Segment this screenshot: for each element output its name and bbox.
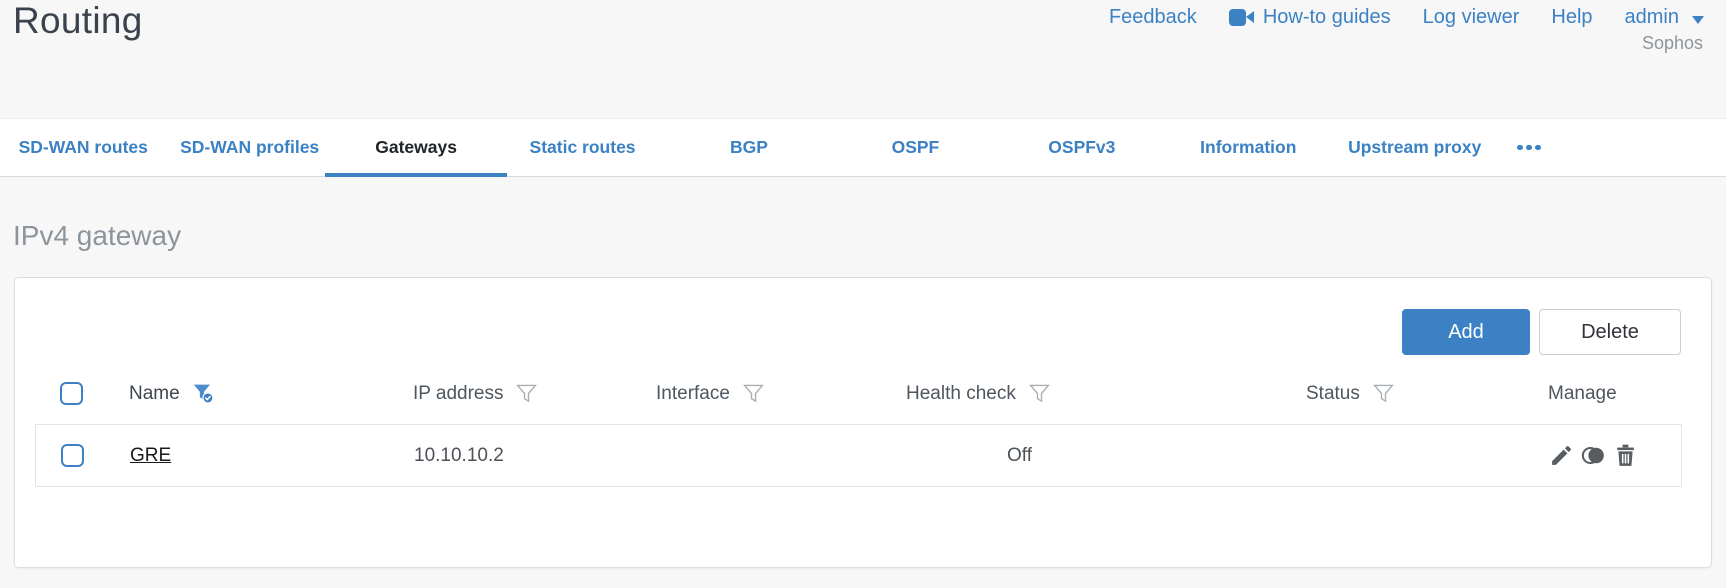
log-viewer-link[interactable]: Log viewer [1423,6,1520,29]
column-header-interface: Interface [656,382,730,404]
clone-icon[interactable] [1581,443,1606,468]
section-title: IPv4 gateway [13,220,182,251]
tab-gateways[interactable]: Gateways [333,119,499,176]
user-menu[interactable]: admin [1625,6,1704,29]
tab-ospf[interactable]: OSPF [832,119,998,176]
card-toolbar: Add Delete [1402,309,1681,355]
column-header-health-check: Health check [906,382,1016,404]
brand-label: Sophos [1641,33,1703,53]
tab-bgp[interactable]: BGP [666,119,832,176]
howto-guides-link[interactable]: How-to guides [1228,6,1391,29]
select-all-checkbox[interactable] [59,382,83,405]
tab-sd-wan-routes[interactable]: SD-WAN routes [0,119,166,176]
top-nav: Feedback How-to guides Log viewer Help a… [1109,6,1704,29]
caret-down-icon [1692,15,1704,24]
column-header-name: Name [129,382,180,404]
ipv4-gateway-card: Add Delete Name IP address Interface Hea… [14,277,1712,568]
funnel-icon[interactable] [1373,383,1394,404]
page-title: Routing [13,0,143,41]
feedback-link[interactable]: Feedback [1109,6,1197,29]
more-tabs-button[interactable] [1498,119,1560,176]
tab-ospfv3[interactable]: OSPFv3 [999,119,1165,176]
ellipsis-icon [1517,144,1541,151]
gateway-name-link[interactable]: GRE [130,445,171,466]
funnel-icon[interactable] [1028,383,1050,404]
column-header-manage: Manage [1548,382,1617,404]
delete-button[interactable]: Delete [1539,309,1681,355]
tab-sd-wan-profiles[interactable]: SD-WAN profiles [166,119,332,176]
ip-address-cell: 10.10.10.2 [414,444,504,466]
add-button[interactable]: Add [1402,309,1530,355]
video-camera-icon [1228,9,1254,26]
health-check-cell: Off [1007,444,1032,466]
funnel-check-icon[interactable] [193,383,214,404]
funnel-icon[interactable] [516,383,538,404]
user-name: admin [1624,6,1679,28]
howto-guides-label: How-to guides [1262,6,1391,28]
trash-icon[interactable] [1613,443,1638,468]
table-header: Name IP address Interface Health check S… [35,371,1682,416]
column-header-status: Status [1306,382,1360,404]
help-link[interactable]: Help [1551,6,1592,29]
row-checkbox[interactable] [60,444,84,467]
tab-upstream-proxy[interactable]: Upstream proxy [1332,119,1498,176]
tab-static-routes[interactable]: Static routes [499,119,665,176]
manage-cell [1549,443,1681,468]
pencil-icon[interactable] [1549,443,1574,468]
tab-information[interactable]: Information [1165,119,1331,176]
table-row: GRE 10.10.10.2 Off [35,424,1682,487]
tab-bar: SD-WAN routes SD-WAN profiles Gateways S… [0,118,1560,177]
column-header-ip-address: IP address [413,382,504,404]
funnel-icon[interactable] [743,383,764,404]
